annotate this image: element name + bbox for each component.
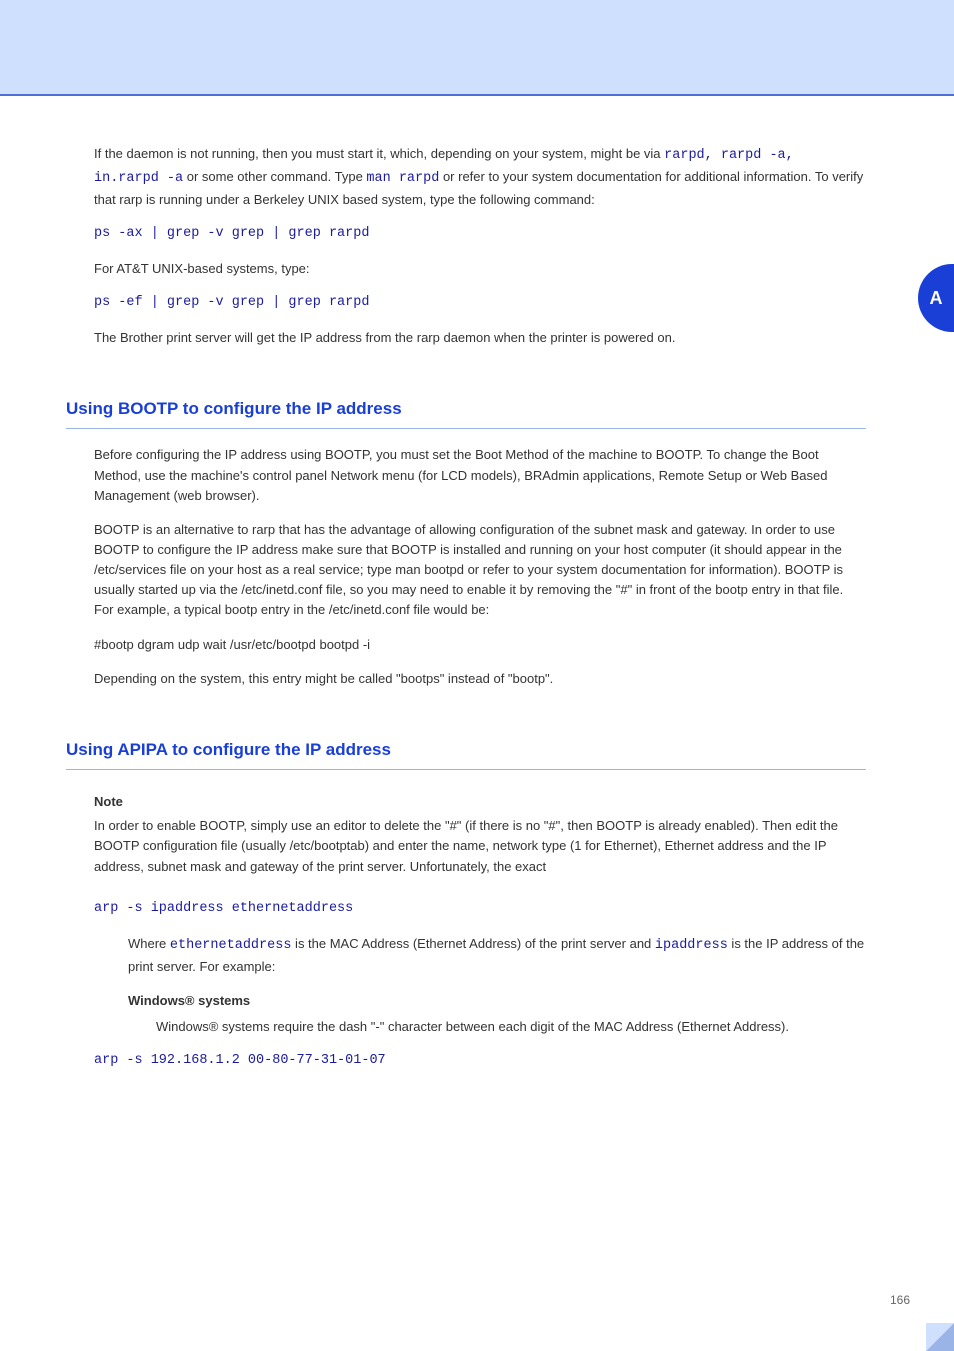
- ethernetaddress-cmd: ethernetaddress: [170, 938, 292, 953]
- bootp-heading: Using BOOTP to configure the IP address: [66, 396, 866, 422]
- note-box: Note In order to enable BOOTP, simply us…: [94, 792, 866, 877]
- ipaddress-cmd: ipaddress: [655, 938, 728, 953]
- bootp-para-3: Depending on the system, this entry migh…: [94, 669, 866, 689]
- prelude-block: If the daemon is not running, then you m…: [94, 144, 866, 348]
- windows-heading: Windows® systems: [128, 991, 866, 1011]
- bootp-para-1: Before configuring the IP address using …: [94, 445, 866, 505]
- bootp-section: Using BOOTP to configure the IP address …: [66, 396, 866, 689]
- page-number: 166: [890, 1293, 910, 1307]
- prelude-para-3: The Brother print server will get the IP…: [94, 328, 866, 348]
- ps-ef-code: ps -ef | grep -v grep | grep rarpd: [94, 293, 866, 314]
- arp-p2b: is the MAC Address (Ethernet Address) of…: [291, 936, 654, 951]
- top-banner: [0, 0, 954, 96]
- prelude-para-2: For AT&T UNIX-based systems, type:: [94, 259, 866, 279]
- section-rule: [66, 428, 866, 429]
- arp-p2a: Where: [128, 936, 170, 951]
- arp-windows-code: arp -s 192.168.1.2 00-80-77-31-01-07: [94, 1051, 866, 1072]
- arp-para-2: Where ethernetaddress is the MAC Address…: [128, 934, 866, 977]
- arp-section: Using APIPA to configure the IP address …: [66, 737, 866, 1072]
- prelude-para-1: If the daemon is not running, then you m…: [94, 144, 866, 210]
- page-content: If the daemon is not running, then you m…: [0, 96, 954, 1072]
- arp-code-1: arp -s ipaddress ethernetaddress: [94, 899, 866, 920]
- note-body-1: In order to enable BOOTP, simply use an …: [94, 816, 866, 876]
- bootp-para-2: BOOTP is an alternative to rarp that has…: [94, 520, 866, 621]
- man-rarpd-cmd: man rarpd: [366, 171, 439, 186]
- bootp-code-1: #bootp dgram udp wait /usr/etc/bootpd bo…: [94, 635, 866, 655]
- prelude-text-1a: If the daemon is not running, then you m…: [94, 146, 664, 161]
- prelude-text-1b: or some other command. Type: [183, 169, 366, 184]
- section-rule-2: [66, 769, 866, 770]
- note-title: Note: [94, 792, 866, 812]
- page-corner-decoration: [926, 1323, 954, 1351]
- arp-heading: Using APIPA to configure the IP address: [66, 737, 866, 763]
- windows-para-1: Windows® systems require the dash "-" ch…: [156, 1017, 866, 1037]
- ps-ax-code: ps -ax | grep -v grep | grep rarpd: [94, 224, 866, 245]
